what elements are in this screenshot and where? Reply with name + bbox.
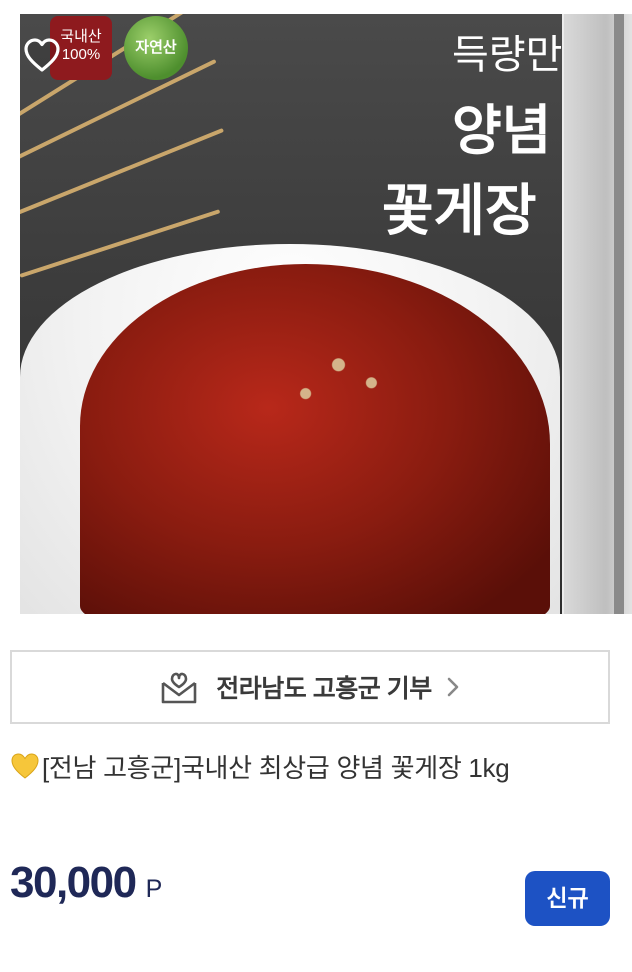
product-image-carousel[interactable]: 득량만 양념 꽃게장 국내산 100% 자연산 <box>10 14 632 618</box>
donation-label: 전라남도 고흥군 기부 <box>216 675 432 703</box>
gift-box-icon <box>161 672 197 704</box>
price-unit: P <box>145 875 163 903</box>
next-product-photo-peek[interactable] <box>562 14 632 614</box>
chevron-right-icon <box>447 677 459 697</box>
next-photo-edge <box>614 14 624 614</box>
natural-badge: 자연산 <box>124 16 188 80</box>
photo-overlay-line3: 꽃게장 <box>382 178 537 244</box>
photo-overlay-line1: 득량만 <box>452 32 562 78</box>
yellow-heart-icon <box>11 753 39 779</box>
price: 30,000 P <box>10 858 162 908</box>
product-photo[interactable]: 득량만 양념 꽃게장 국내산 100% 자연산 <box>20 14 562 614</box>
price-amount: 30,000 <box>10 858 137 907</box>
donation-banner-button[interactable]: 전라남도 고흥군 기부 <box>10 650 610 724</box>
heart-outline-icon[interactable] <box>22 36 62 76</box>
photo-overlay-line2: 양념 <box>452 98 552 162</box>
new-badge: 신규 <box>525 871 610 926</box>
product-title[interactable]: [전남 고흥군]국내산 최상급 양념 꽃게장 1kg <box>42 748 510 785</box>
product-title-row[interactable]: [전남 고흥군]국내산 최상급 양념 꽃게장 1kg <box>10 746 622 786</box>
